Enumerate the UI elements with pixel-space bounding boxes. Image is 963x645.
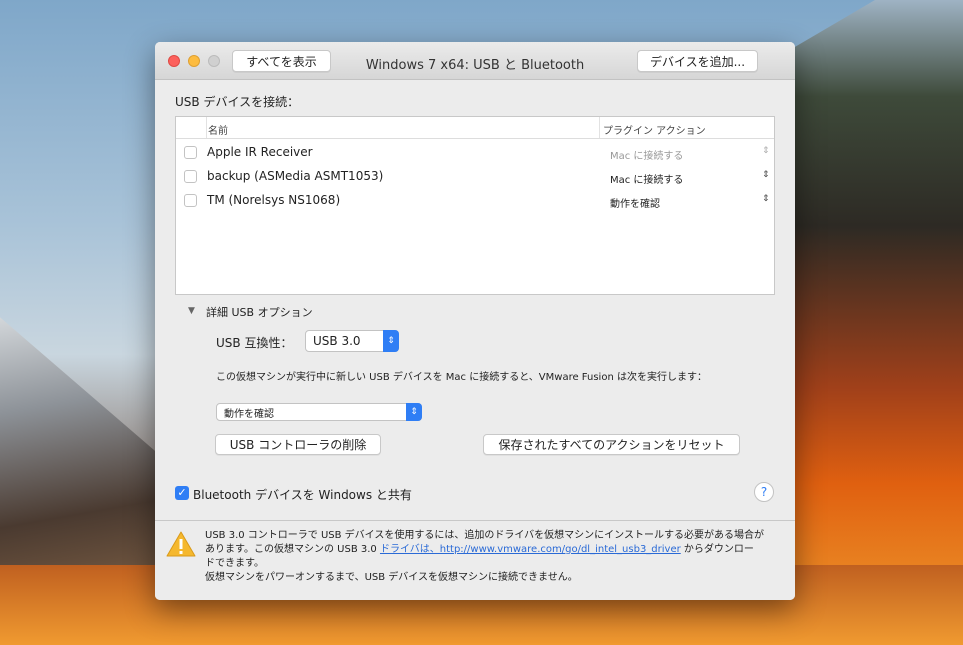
remove-usb-controller-button[interactable]: USB コントローラの削除 — [215, 434, 381, 455]
add-device-button[interactable]: デバイスを追加... — [637, 50, 758, 72]
warning-footer: USB 3.0 コントローラで USB デバイスを使用するには、追加のドライバを… — [155, 520, 795, 600]
updown-icon: ⇕ — [762, 146, 770, 156]
help-button[interactable]: ? — [754, 482, 774, 502]
new-device-action-value: 動作を確認 — [224, 408, 274, 420]
column-name[interactable]: 名前 — [208, 122, 228, 137]
device-action-select[interactable]: 動作を確認 — [610, 195, 660, 210]
device-action-select[interactable]: Mac に接続する — [610, 171, 683, 186]
table-row: backup (ASMedia ASMT1053) Mac に接続する ⇕ — [176, 165, 774, 187]
device-name: backup (ASMedia ASMT1053) — [207, 169, 384, 183]
device-checkbox[interactable] — [184, 146, 197, 159]
device-name: TM (Norelsys NS1068) — [207, 193, 341, 207]
driver-link[interactable]: ドライバは、http://www.vmware.com/go/dl_intel_… — [380, 544, 681, 555]
updown-icon: ⇕ — [383, 330, 399, 352]
bluetooth-share-label: Bluetooth デバイスを Windows と共有 — [193, 488, 412, 502]
warning-line: 仮想マシンをパワーオンするまで、USB デバイスを仮想マシンに接続できません。 — [205, 572, 578, 583]
advanced-usb-toggle[interactable]: 詳細 USB オプション — [206, 304, 313, 320]
usb-compat-label: USB 互換性： — [216, 336, 293, 350]
device-name: Apple IR Receiver — [207, 145, 313, 159]
bluetooth-share-checkbox[interactable]: ✓ — [175, 486, 189, 500]
disclosure-triangle-icon[interactable]: ▼ — [188, 306, 195, 316]
usb-compat-select[interactable]: USB 3.0 ⇕ — [305, 330, 399, 352]
device-action-select[interactable]: Mac に接続する — [610, 147, 683, 162]
warning-line: からダウンロー — [680, 544, 754, 555]
warning-text: USB 3.0 コントローラで USB デバイスを使用するには、追加のドライバを… — [205, 529, 785, 585]
new-device-action-select[interactable]: 動作を確認 ⇕ — [216, 403, 422, 421]
device-checkbox[interactable] — [184, 170, 197, 183]
new-device-description: この仮想マシンが実行中に新しい USB デバイスを Mac に接続すると、VMw… — [216, 372, 707, 383]
reset-actions-button[interactable]: 保存されたすべてのアクションをリセット — [483, 434, 740, 455]
updown-icon: ⇕ — [762, 170, 770, 180]
table-header: 名前 プラグイン アクション — [176, 117, 774, 139]
title-bar: すべてを表示 Windows 7 x64: USB と Bluetooth デバ… — [155, 42, 795, 80]
usb-compat-value: USB 3.0 — [313, 334, 361, 348]
table-row: Apple IR Receiver Mac に接続する ⇕ — [176, 141, 774, 163]
warning-icon — [166, 531, 196, 557]
column-action[interactable]: プラグイン アクション — [603, 122, 706, 137]
warning-line: あります。この仮想マシンの USB 3.0 — [205, 544, 380, 555]
updown-icon: ⇕ — [406, 403, 422, 421]
usb-section-label: USB デバイスを接続： — [175, 95, 300, 109]
updown-icon: ⇕ — [762, 194, 770, 204]
warning-line: USB 3.0 コントローラで USB デバイスを使用するには、追加のドライバを… — [205, 530, 764, 541]
device-checkbox[interactable] — [184, 194, 197, 207]
warning-line: ドできます。 — [205, 558, 264, 569]
usb-device-table: 名前 プラグイン アクション Apple IR Receiver Mac に接続… — [175, 116, 775, 295]
settings-window: すべてを表示 Windows 7 x64: USB と Bluetooth デバ… — [155, 42, 795, 600]
table-row: TM (Norelsys NS1068) 動作を確認 ⇕ — [176, 189, 774, 211]
